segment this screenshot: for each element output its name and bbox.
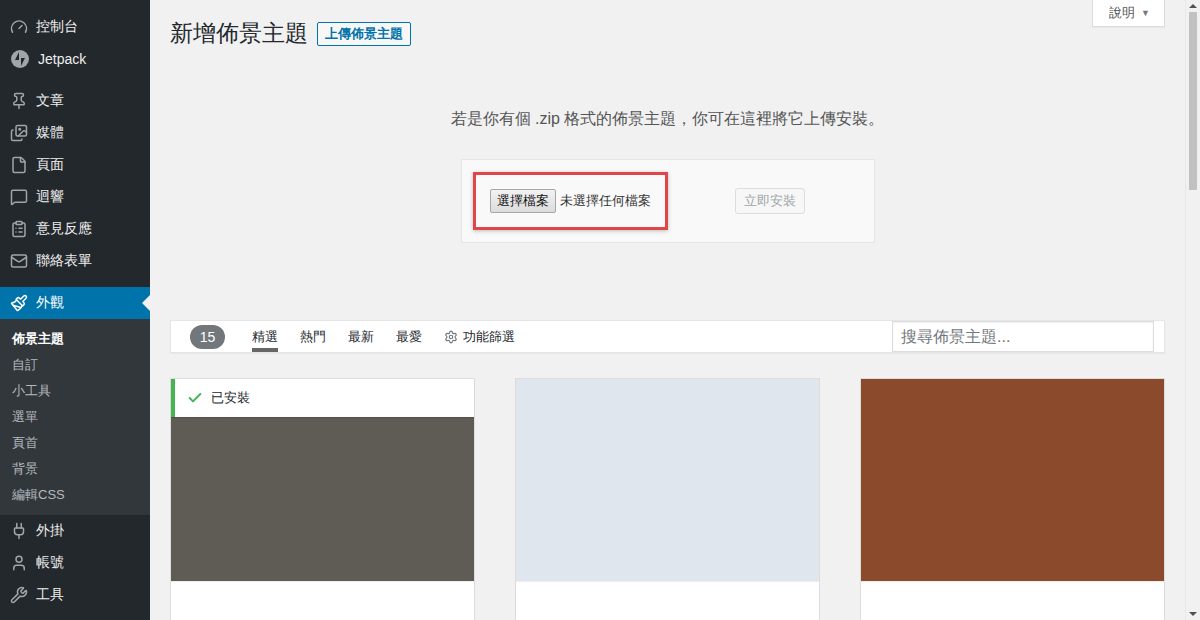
scroll-track [1186, 8, 1200, 612]
menu-item[interactable]: 文章 [0, 85, 150, 117]
filter-tab[interactable]: 精選 [252, 321, 278, 352]
menu-item[interactable]: 外掛 [0, 515, 150, 547]
jetpack-icon [10, 49, 30, 69]
upload-instructions: 若是你有個 .zip 格式的佈景主題，你可在這裡將它上傳安裝。 [451, 108, 885, 130]
menu-item[interactable]: 控制台 [0, 11, 150, 43]
current-notch [142, 295, 150, 311]
theme-screenshot [516, 379, 819, 581]
dropdown-arrow-icon: ▼ [1141, 5, 1150, 21]
title-group: 新增佈景主題上傳佈景主題 [170, 19, 411, 48]
theme-count: 15 [190, 325, 225, 349]
menu-item[interactable]: 帳號 [0, 547, 150, 579]
menu-item[interactable]: Jetpack [0, 43, 150, 75]
submenu-item[interactable]: 頁首 [0, 430, 150, 456]
feature-filter[interactable]: 功能篩選 [444, 321, 515, 352]
filter-tab[interactable]: 熱門 [300, 321, 326, 352]
scroll-thumb[interactable] [1189, 12, 1197, 190]
submenu-item[interactable]: 自訂 [0, 352, 150, 378]
page-icon [10, 156, 28, 174]
upload-box: 選擇檔案未選擇任何檔案 立即安裝 [461, 159, 875, 243]
menu-item[interactable]: 外觀 [0, 287, 150, 319]
plug-icon [10, 522, 28, 540]
menu-item[interactable]: 意見反應 [0, 213, 150, 245]
media-icon [10, 124, 28, 142]
file-status: 未選擇任何檔案 [560, 192, 651, 210]
theme-card[interactable]: 已安裝 [170, 378, 475, 620]
theme-search[interactable] [892, 321, 1154, 352]
install-button[interactable]: 立即安裝 [735, 188, 805, 214]
menu-item[interactable]: 迴響 [0, 181, 150, 213]
menu-group: 外觀佈景主題自訂小工具選單頁首背景編輯CSS外掛帳號工具 [0, 287, 150, 611]
menu-group: 文章媒體頁面迴響意見反應聯絡表單 [0, 85, 150, 277]
submenu: 佈景主題自訂小工具選單頁首背景編輯CSS [0, 319, 150, 515]
filter-tab[interactable]: 最新 [348, 321, 374, 352]
admin-sidebar: 控制台Jetpack文章媒體頁面迴響意見反應聯絡表單外觀佈景主題自訂小工具選單頁… [0, 0, 150, 620]
wrench-icon [10, 586, 28, 604]
submenu-item[interactable]: 小工具 [0, 378, 150, 404]
page-title: 新增佈景主題 [170, 19, 308, 48]
theme-grid: 已安裝 [170, 378, 1165, 620]
theme-card[interactable] [515, 378, 820, 620]
theme-name-strip [516, 581, 819, 620]
theme-name-strip [171, 581, 474, 620]
gear-icon [444, 330, 458, 344]
installed-banner: 已安裝 [171, 379, 474, 417]
dashboard-icon [10, 18, 28, 36]
user-icon [10, 554, 28, 572]
upload-section: 若是你有個 .zip 格式的佈景主題，你可在這裡將它上傳安裝。選擇檔案未選擇任何… [170, 108, 1165, 243]
menu-item[interactable]: 媒體 [0, 117, 150, 149]
submenu-item[interactable]: 背景 [0, 456, 150, 482]
header-row: 新增佈景主題上傳佈景主題 說明▼ [170, 0, 1165, 48]
theme-screenshot [861, 379, 1164, 581]
main-content: 新增佈景主題上傳佈景主題 說明▼ 若是你有個 .zip 格式的佈景主題，你可在這裡將… [150, 0, 1185, 620]
feedback-icon [10, 220, 28, 238]
paintbrush-icon [10, 294, 28, 312]
scrollbar[interactable] [1185, 0, 1200, 620]
submenu-item[interactable]: 選單 [0, 404, 150, 430]
admin-page: 控制台Jetpack文章媒體頁面迴響意見反應聯絡表單外觀佈景主題自訂小工具選單頁… [0, 0, 1200, 620]
theme-name-strip [861, 581, 1164, 620]
help-tab[interactable]: 說明▼ [1092, 0, 1165, 27]
filter-bar: 15 精選熱門最新最愛功能篩選 [170, 320, 1165, 353]
menu-item[interactable]: 聯絡表單 [0, 245, 150, 277]
file-input-highlight: 選擇檔案未選擇任何檔案 [473, 172, 668, 230]
pin-icon [10, 92, 28, 110]
check-icon [187, 390, 203, 406]
menu-item[interactable]: 頁面 [0, 149, 150, 181]
upload-theme-button[interactable]: 上傳佈景主題 [317, 22, 411, 46]
theme-card[interactable] [860, 378, 1165, 620]
submenu-item[interactable]: 佈景主題 [0, 326, 150, 352]
scroll-down-icon[interactable] [1189, 612, 1197, 616]
menu-item[interactable]: 工具 [0, 579, 150, 611]
submenu-item[interactable]: 編輯CSS [0, 482, 150, 508]
mail-icon [10, 252, 28, 270]
choose-file-button[interactable]: 選擇檔案 [490, 189, 556, 213]
menu-group: 控制台Jetpack [0, 11, 150, 75]
comment-icon [10, 188, 28, 206]
filter-tab[interactable]: 最愛 [396, 321, 422, 352]
scroll-up-icon[interactable] [1189, 4, 1197, 8]
